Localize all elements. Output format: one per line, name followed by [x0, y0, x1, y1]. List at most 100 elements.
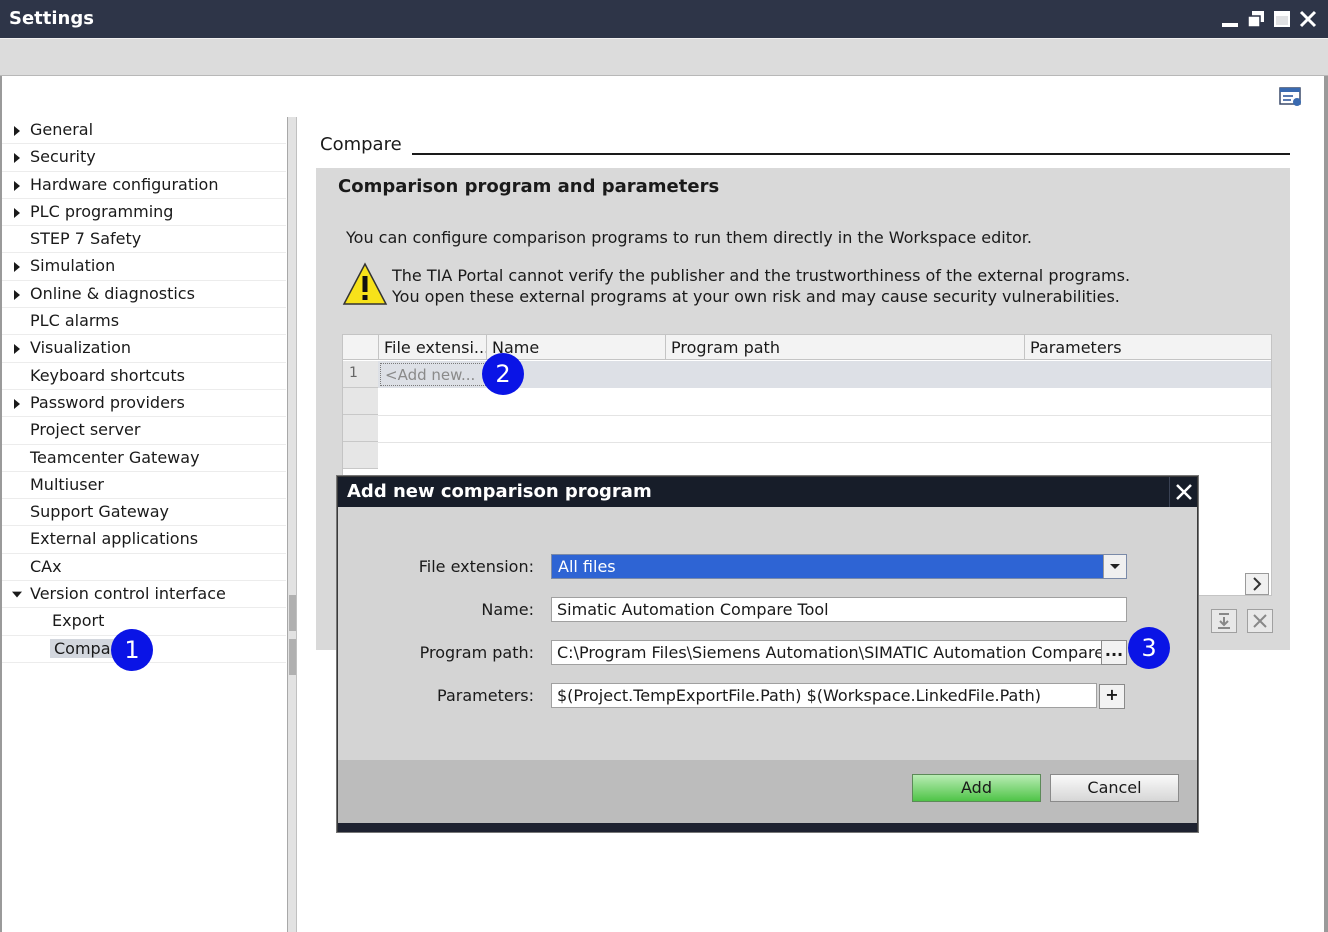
nav-item-version-control-interface[interactable]: Version control interface	[2, 581, 286, 609]
nav-item-password-providers[interactable]: Password providers	[2, 390, 286, 418]
nav-item-label: Version control interface	[30, 584, 226, 604]
nav-item-label: Support Gateway	[30, 502, 170, 522]
nav-item-hardware-configuration[interactable]: Hardware configuration	[2, 172, 286, 199]
browse-button[interactable]: ...	[1101, 640, 1127, 665]
nav-item-security[interactable]: Security	[2, 144, 286, 172]
warning-text: The TIA Portal cannot verify the publish…	[392, 265, 1130, 307]
restore-icon[interactable]	[1246, 9, 1266, 29]
name-input[interactable]: Simatic Automation Compare Tool	[551, 597, 1127, 622]
delete-row-button[interactable]	[1247, 609, 1273, 633]
close-icon[interactable]	[1298, 9, 1318, 29]
close-icon	[1176, 484, 1192, 500]
section-divider	[412, 153, 1290, 155]
insert-placeholder-button[interactable]: +	[1099, 684, 1125, 709]
expand-arrow-icon[interactable]	[12, 125, 22, 137]
add-new-cell[interactable]: <Add new...	[380, 363, 486, 386]
nav-item-label: Keyboard shortcuts	[30, 365, 185, 385]
file-extension-value: All files	[558, 557, 616, 576]
move-down-button[interactable]	[1211, 609, 1237, 633]
file-extension-dropdown[interactable]: All files	[551, 554, 1127, 579]
nav-item-online-diagnostics[interactable]: Online & diagnostics	[2, 281, 286, 309]
table-header: File extensi... Name Program path Parame…	[343, 335, 1271, 360]
row-number: 1	[343, 361, 378, 388]
nav-item-label: PLC alarms	[30, 311, 120, 331]
expand-arrow-icon[interactable]	[12, 343, 22, 355]
expand-arrow-icon[interactable]	[12, 398, 22, 410]
callout-marker: 2	[482, 353, 524, 395]
nav-item-label: Simulation	[30, 256, 116, 276]
row-number-header	[343, 335, 378, 360]
scroll-right-button[interactable]	[1245, 573, 1269, 595]
nav-item-visualization[interactable]: Visualization	[2, 335, 286, 363]
settings-navigation-tree: General Security Hardware configuration …	[2, 117, 286, 663]
row-number	[343, 442, 378, 469]
column-header-program-path[interactable]: Program path	[665, 335, 1024, 360]
window-titlebar: Settings	[0, 0, 1328, 38]
nav-item-label: Project server	[30, 420, 141, 440]
nav-item-multiuser[interactable]: Multiuser	[2, 472, 286, 500]
expand-right-handle[interactable]	[289, 639, 296, 675]
nav-item-plc-programming[interactable]: PLC programming	[2, 199, 286, 227]
nav-item-label: Online & diagnostics	[30, 283, 195, 303]
panel-heading: Comparison program and parameters	[338, 176, 720, 197]
program-path-input[interactable]: C:\Program Files\Siemens Automation\SIMA…	[551, 640, 1102, 665]
dialog-close-button[interactable]	[1169, 477, 1197, 507]
add-button[interactable]: Add	[912, 774, 1041, 802]
parameters-input[interactable]: $(Project.TempExportFile.Path) $(Workspa…	[551, 683, 1097, 708]
expand-arrow-icon[interactable]	[12, 261, 22, 273]
nav-item-label: Hardware configuration	[30, 174, 219, 194]
row-divider	[378, 415, 1271, 416]
expand-arrow-icon[interactable]	[12, 207, 22, 219]
name-label: Name:	[481, 600, 534, 619]
collapse-left-handle[interactable]	[289, 595, 296, 631]
column-header-parameters[interactable]: Parameters	[1024, 335, 1271, 360]
nav-item-label: Password providers	[30, 392, 185, 412]
pane-splitter[interactable]	[287, 117, 297, 932]
expand-arrow-icon[interactable]	[12, 289, 22, 301]
warning-icon	[342, 262, 388, 306]
program-path-label: Program path:	[419, 643, 534, 662]
minimize-icon[interactable]	[1220, 9, 1240, 29]
nav-item-label: Security	[30, 147, 96, 167]
nav-item-cax[interactable]: CAx	[2, 554, 286, 582]
chevron-down-icon[interactable]	[1103, 555, 1126, 578]
row-number	[343, 388, 378, 415]
collapse-arrow-icon[interactable]	[12, 589, 22, 601]
window-border-right	[1324, 76, 1328, 932]
dialog-title: Add new comparison program	[347, 481, 652, 502]
nav-item-plc-alarms[interactable]: PLC alarms	[2, 308, 286, 336]
nav-item-label: General	[30, 120, 94, 139]
section-title: Compare	[320, 134, 402, 155]
nav-item-simulation[interactable]: Simulation	[2, 253, 286, 281]
cancel-button[interactable]: Cancel	[1050, 774, 1179, 802]
dialog-bottom-border	[338, 823, 1197, 832]
toolbar	[0, 38, 1328, 76]
window-title: Settings	[9, 8, 94, 29]
nav-item-general[interactable]: General	[2, 117, 286, 145]
nav-item-export[interactable]: Export	[2, 608, 286, 636]
expand-arrow-icon[interactable]	[12, 180, 22, 192]
expand-arrow-icon[interactable]	[12, 152, 22, 164]
nav-item-project-server[interactable]: Project server	[2, 417, 286, 445]
nav-item-label: PLC programming	[30, 201, 174, 221]
nav-item-label: Multiuser	[30, 474, 105, 494]
nav-item-external-applications[interactable]: External applications	[2, 526, 286, 554]
callout-marker: 3	[1128, 627, 1170, 669]
nav-item-keyboard-shortcuts[interactable]: Keyboard shortcuts	[2, 363, 286, 390]
warning-line-1: The TIA Portal cannot verify the publish…	[392, 266, 1131, 285]
add-comparison-program-dialog: Add new comparison program File extensio…	[337, 476, 1198, 832]
nav-item-teamcenter-gateway[interactable]: Teamcenter Gateway	[2, 445, 286, 472]
dialog-titlebar: Add new comparison program	[338, 477, 1197, 507]
row-number	[343, 415, 378, 442]
info-text: You can configure comparison programs to…	[346, 228, 1032, 247]
nav-item-label: Visualization	[30, 338, 132, 358]
nav-item-support-gateway[interactable]: Support Gateway	[2, 499, 286, 527]
file-extension-label: File extension:	[418, 557, 534, 576]
maximize-icon[interactable]	[1272, 9, 1292, 29]
window-settings-icon[interactable]	[1279, 86, 1303, 108]
column-header-file-extension[interactable]: File extensi...	[378, 335, 486, 360]
nav-item-label: Teamcenter Gateway	[30, 447, 200, 467]
warning-line-2: You open these external programs at your…	[392, 287, 1120, 306]
nav-item-label: STEP 7 Safety	[30, 229, 142, 249]
nav-item-step7-safety[interactable]: STEP 7 Safety	[2, 226, 286, 254]
